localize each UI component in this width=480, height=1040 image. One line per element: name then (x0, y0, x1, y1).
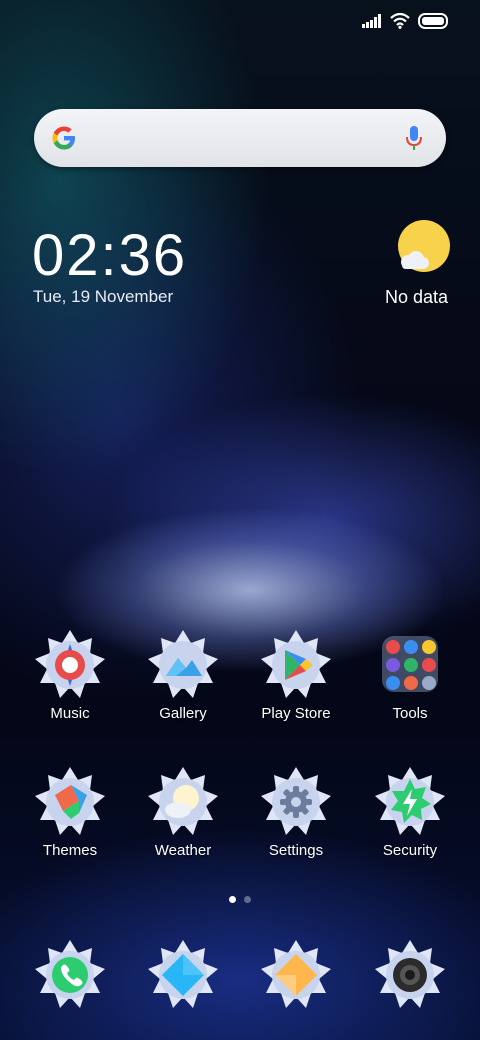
music-icon (35, 630, 105, 698)
gallery-icon (148, 630, 218, 698)
app-music[interactable]: Music (14, 630, 126, 742)
app-play-store[interactable]: Play Store (240, 630, 352, 742)
app-gallery[interactable]: Gallery (127, 630, 239, 742)
browser-icon (261, 940, 331, 1008)
clock-time[interactable]: 02:36 (32, 224, 187, 288)
weather-status[interactable]: No data (385, 287, 448, 307)
app-label: Gallery (159, 705, 207, 722)
messages-icon (148, 940, 218, 1008)
google-search-bar[interactable] (34, 109, 446, 167)
app-label: Settings (268, 842, 324, 859)
google-logo-icon (52, 126, 75, 150)
app-label: Tools (392, 705, 428, 722)
app-weather[interactable]: Weather (127, 767, 239, 879)
app-settings[interactable]: Settings (240, 767, 352, 879)
dock-browser[interactable] (240, 940, 352, 1040)
settings-icon (261, 767, 331, 835)
app-label: Music (50, 705, 90, 722)
page-dot[interactable] (244, 896, 251, 903)
signal-icon (362, 14, 381, 28)
play-store-icon (261, 630, 331, 698)
dock-phone[interactable] (14, 940, 126, 1040)
page-dot-active[interactable] (229, 896, 236, 903)
camera-icon (375, 940, 445, 1008)
app-security[interactable]: Security (354, 767, 466, 879)
app-label: Themes (42, 842, 98, 859)
weather-app-icon (148, 767, 218, 835)
clock-date: Tue, 19 November (33, 287, 174, 306)
mic-icon[interactable] (404, 124, 424, 152)
themes-icon (35, 767, 105, 835)
security-icon (375, 767, 445, 835)
dock-camera[interactable] (354, 940, 466, 1040)
dock-messages[interactable] (127, 940, 239, 1040)
app-label: Play Store (261, 705, 331, 722)
app-themes[interactable]: Themes (14, 767, 126, 879)
app-label: Security (382, 842, 438, 859)
app-label: Weather (154, 842, 212, 859)
status-bar (0, 0, 480, 44)
tools-folder-icon (382, 636, 438, 692)
page-indicator (0, 896, 480, 903)
battery-icon (418, 13, 448, 29)
folder-tools[interactable]: Tools (354, 630, 466, 742)
phone-icon (35, 940, 105, 1008)
wifi-icon (390, 13, 410, 29)
partly-sunny-icon[interactable] (394, 220, 450, 276)
